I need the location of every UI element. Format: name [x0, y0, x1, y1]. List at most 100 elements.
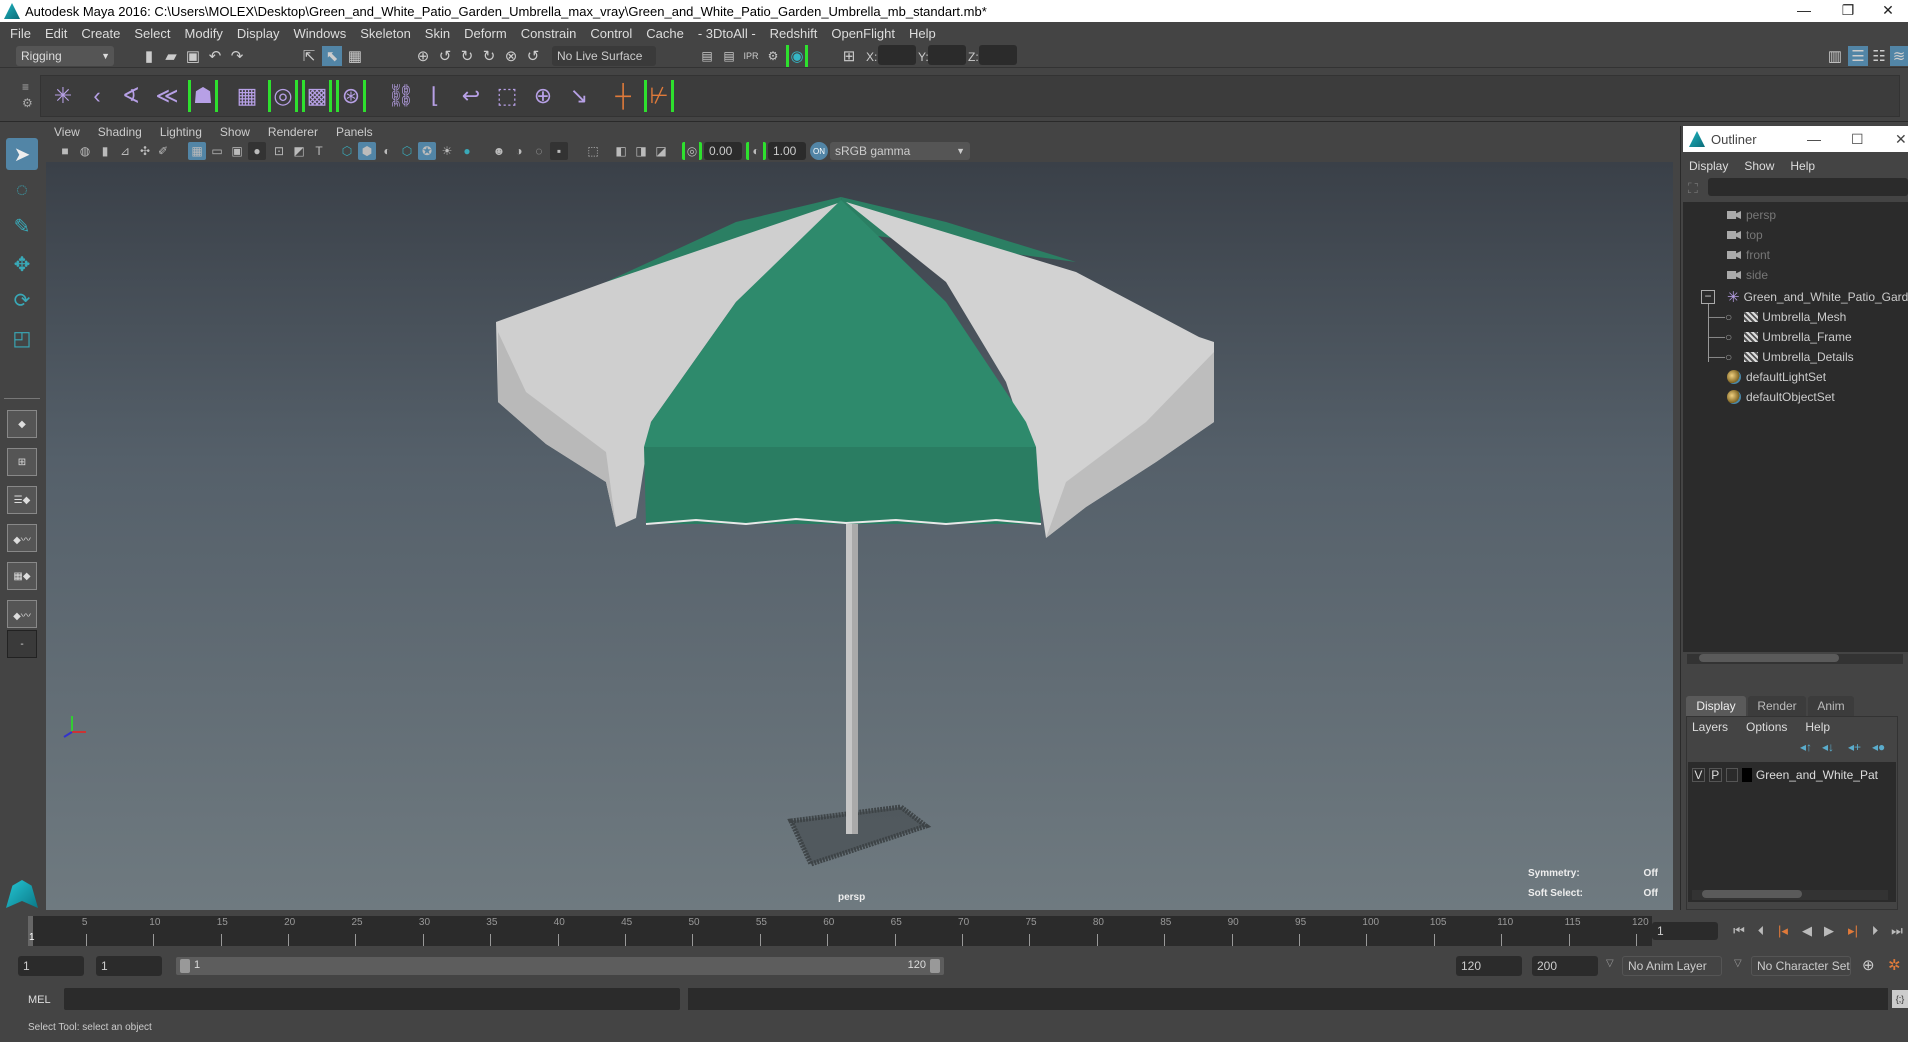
- layer-h-scrollbar[interactable]: [1692, 890, 1888, 900]
- bind-skin-icon[interactable]: ◎: [268, 80, 298, 112]
- layer-menu-options[interactable]: Options: [1746, 720, 1787, 734]
- menu-cache[interactable]: Cache: [646, 26, 684, 41]
- snap-projected-icon[interactable]: ↻: [480, 46, 498, 66]
- paint-select-tool-icon[interactable]: ✎: [6, 210, 38, 242]
- step-back-key-icon[interactable]: |◂: [1774, 920, 1792, 942]
- custom-layout-icon[interactable]: -: [7, 630, 37, 658]
- new-layer-selected-icon[interactable]: ◂●: [1872, 740, 1885, 754]
- menu-create[interactable]: Create: [81, 26, 120, 41]
- select-hierarchy-icon[interactable]: ⇱: [300, 46, 318, 66]
- snap-point-icon[interactable]: ↻: [458, 46, 476, 66]
- safe-action-icon[interactable]: ◩: [290, 142, 308, 160]
- anim-start-field[interactable]: 1: [18, 956, 84, 976]
- outliner-search-input[interactable]: [1708, 178, 1908, 196]
- layer-menu-layers[interactable]: Layers: [1692, 720, 1728, 734]
- wireframe-icon[interactable]: ⬡: [338, 142, 356, 160]
- ik-handle-icon[interactable]: ‹: [82, 80, 112, 112]
- point-constraint-icon[interactable]: ⌊: [420, 80, 450, 112]
- resolution-gate-icon[interactable]: ▣: [228, 142, 246, 160]
- orient-constraint-icon[interactable]: ↩: [456, 80, 486, 112]
- mel-command-input[interactable]: [64, 988, 680, 1010]
- render-settings-icon[interactable]: ⚙: [764, 46, 782, 66]
- play-forwards-icon[interactable]: ▶: [1820, 920, 1838, 942]
- chevron-down-icon[interactable]: ▽: [1734, 958, 1742, 969]
- undo-icon[interactable]: ↶: [206, 46, 224, 66]
- anim-layer-dropdown[interactable]: No Anim Layer: [1622, 956, 1722, 976]
- select-tool-icon[interactable]: ➤: [6, 138, 38, 170]
- go-to-end-icon[interactable]: ⏭: [1888, 920, 1906, 942]
- four-pane-layout-icon[interactable]: ⊞: [7, 448, 37, 476]
- outliner-item-umbrella-frame[interactable]: ──○ Umbrella_Frame: [1708, 328, 1852, 346]
- select-object-icon[interactable]: ⬉: [322, 46, 342, 66]
- viewport-persp[interactable]: persp: [46, 162, 1673, 910]
- layer-row[interactable]: V P Green_and_White_Pat: [1692, 766, 1878, 784]
- chevron-down-icon[interactable]: ▽: [1606, 958, 1614, 969]
- xray-components-icon[interactable]: ◪: [652, 142, 670, 160]
- shadows-icon[interactable]: ●: [458, 142, 476, 160]
- gamma-icon[interactable]: ◐: [746, 142, 766, 160]
- y-field[interactable]: [928, 45, 966, 65]
- exposure-icon[interactable]: ◎: [682, 142, 702, 160]
- shelf-settings-icon[interactable]: ⚙: [22, 96, 33, 110]
- xray-icon[interactable]: ◧: [612, 142, 630, 160]
- outliner-item-default-object-set[interactable]: defaultObjectSet: [1727, 388, 1835, 406]
- menu-edit[interactable]: Edit: [45, 26, 67, 41]
- menu-windows[interactable]: Windows: [293, 26, 346, 41]
- select-component-icon[interactable]: ▦: [346, 46, 364, 66]
- 2d-pan-zoom-icon[interactable]: ✣: [136, 142, 154, 160]
- use-all-lights-icon[interactable]: ☀: [438, 142, 456, 160]
- go-to-start-icon[interactable]: ⏮: [1730, 920, 1748, 942]
- minimize-button[interactable]: —: [1782, 0, 1826, 22]
- hypershade-icon[interactable]: ◉: [786, 45, 808, 67]
- animation-preferences-icon[interactable]: ✲: [1888, 956, 1901, 974]
- attribute-editor-icon[interactable]: ☰: [1848, 46, 1868, 66]
- outliner-h-scrollbar[interactable]: [1687, 654, 1903, 664]
- color-space-dropdown[interactable]: sRGB gamma ▼: [830, 142, 970, 160]
- menu-openflight[interactable]: OpenFlight: [831, 26, 895, 41]
- transform-constraint-icon[interactable]: ⊞: [840, 46, 858, 66]
- exposure-field[interactable]: 0.00: [704, 142, 742, 160]
- outliner-maximize-button[interactable]: ☐: [1851, 131, 1864, 148]
- outliner-item-group[interactable]: ✳ Green_and_White_Patio_Garden: [1727, 288, 1908, 306]
- field-chart-icon[interactable]: ⊡: [270, 142, 288, 160]
- new-scene-icon[interactable]: ▮: [140, 46, 158, 66]
- step-forward-frame-icon[interactable]: ⏵: [1866, 920, 1884, 942]
- script-editor-icon[interactable]: {;}: [1892, 990, 1908, 1008]
- hypershade-persp-layout-icon[interactable]: ▦◆: [7, 562, 37, 590]
- lasso-tool-icon[interactable]: ◌: [6, 174, 38, 206]
- hik-skeleton-icon[interactable]: ☗: [188, 80, 218, 112]
- outliner-menu-show[interactable]: Show: [1744, 159, 1774, 173]
- range-end-handle[interactable]: [930, 959, 940, 973]
- single-pane-layout-icon[interactable]: ◆: [7, 410, 37, 438]
- outliner-minimize-button[interactable]: —: [1807, 131, 1821, 147]
- tab-display[interactable]: Display: [1686, 696, 1746, 716]
- outliner-item-front[interactable]: front: [1727, 246, 1770, 264]
- layer-display-type-toggle[interactable]: [1725, 768, 1739, 782]
- panel-menu-view[interactable]: View: [54, 125, 80, 139]
- mel-label[interactable]: MEL: [28, 994, 51, 1006]
- filter-icon[interactable]: ⛶: [1688, 180, 1698, 197]
- playback-start-field[interactable]: 1: [96, 956, 162, 976]
- menu-deform[interactable]: Deform: [464, 26, 507, 41]
- panel-menu-renderer[interactable]: Renderer: [268, 125, 318, 139]
- new-layer-icon[interactable]: ◂+: [1848, 740, 1861, 754]
- panel-menu-panels[interactable]: Panels: [336, 125, 373, 139]
- outliner-item-top[interactable]: top: [1727, 226, 1763, 244]
- outliner-item-umbrella-details[interactable]: ──○ Umbrella_Details: [1708, 348, 1854, 366]
- grid-icon[interactable]: ▦: [188, 142, 206, 160]
- menu-redshift[interactable]: Redshift: [770, 26, 818, 41]
- anti-aliasing-icon[interactable]: ◌: [530, 142, 548, 160]
- paint-weights-icon[interactable]: ▦: [232, 80, 262, 112]
- tab-render[interactable]: Render: [1748, 696, 1806, 716]
- step-forward-key-icon[interactable]: ▸|: [1844, 920, 1862, 942]
- menu-constrain[interactable]: Constrain: [521, 26, 577, 41]
- depth-of-field-icon[interactable]: ▪: [550, 142, 568, 160]
- x-field[interactable]: [878, 45, 916, 65]
- menu-select[interactable]: Select: [134, 26, 170, 41]
- joint-tool-icon[interactable]: ✳: [48, 80, 78, 112]
- render-current-icon[interactable]: ▤: [720, 46, 738, 66]
- collapse-toggle[interactable]: −: [1701, 290, 1715, 304]
- isolate-select-icon[interactable]: ⬚: [584, 142, 602, 160]
- move-tool-icon[interactable]: ✥: [6, 248, 38, 280]
- outliner-item-side[interactable]: side: [1727, 266, 1768, 284]
